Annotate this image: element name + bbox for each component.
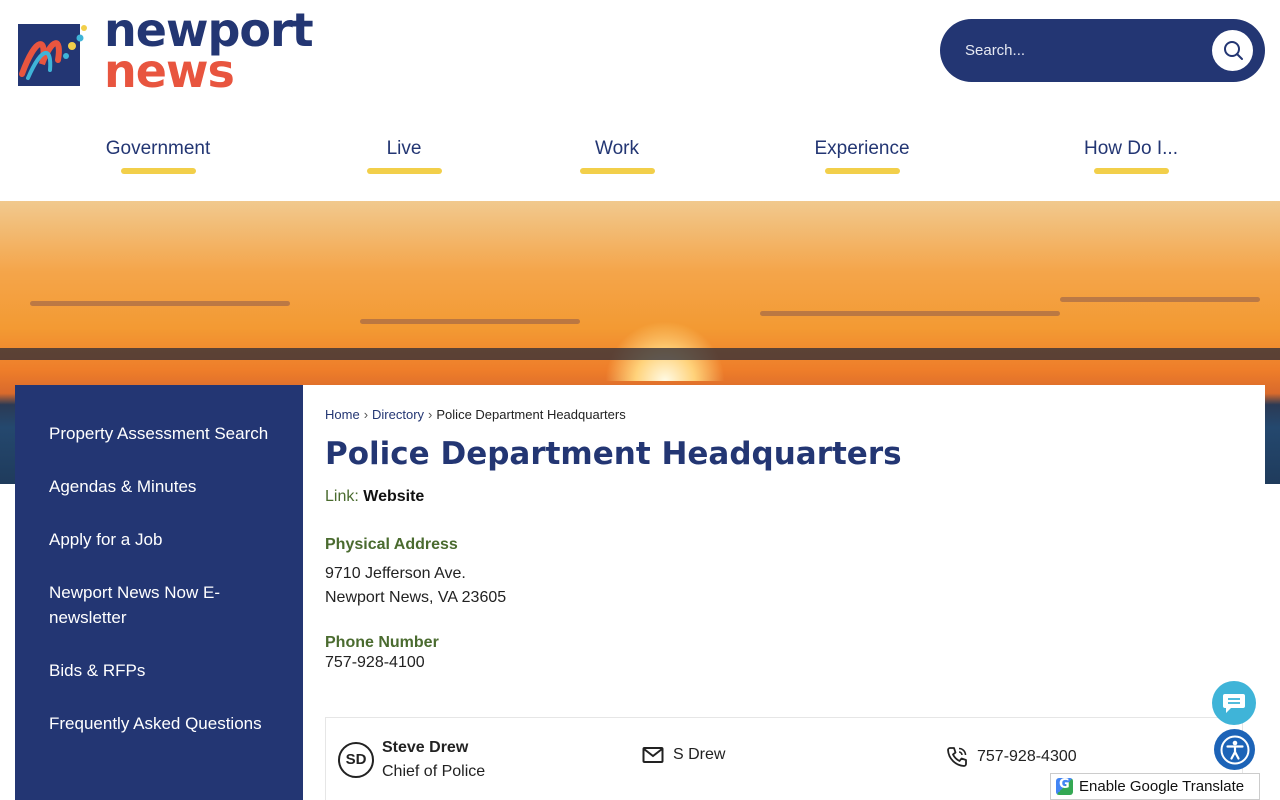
main-content: Home › Directory › Police Department Headqua… <box>303 385 1265 800</box>
phone-row: 757-928-4100 <box>325 654 1243 672</box>
breadcrumb-separator: › <box>363 407 369 422</box>
hero-cloud <box>30 301 290 306</box>
phone-section: Phone Number 757-928-4100 <box>325 634 1243 672</box>
nav-underline <box>366 168 442 174</box>
address-line-1: 9710 Jefferson Ave. <box>325 565 466 582</box>
search-icon <box>1223 40 1243 60</box>
nav-item-work[interactable]: Work <box>557 138 677 174</box>
logo-mark-icon <box>18 16 90 86</box>
phone-label: Phone Number <box>325 634 439 651</box>
chat-button[interactable] <box>1212 681 1256 725</box>
chat-bubble-icon <box>1223 694 1245 713</box>
nav-item-label: Live <box>386 138 422 159</box>
hero-cloud <box>360 319 580 324</box>
mail-icon <box>642 747 664 763</box>
staff-phone-link[interactable]: 757-928-4300 <box>946 746 1077 768</box>
address-section: Physical Address 9710 Jefferson Ave. New… <box>325 536 1243 610</box>
logo-text: newport news <box>104 6 314 98</box>
address-label: Physical Address <box>325 536 458 553</box>
phone-icon <box>947 747 967 767</box>
sidebar-item-faq[interactable]: Frequently Asked Questions <box>15 711 303 736</box>
accessibility-button[interactable] <box>1214 729 1255 770</box>
sidebar-item-newsletter[interactable]: Newport News Now E-newsletter <box>15 580 303 630</box>
nav-item-label: Experience <box>814 138 910 159</box>
search-bar <box>940 19 1265 82</box>
page-title: Police Department Headquarters <box>325 436 902 472</box>
nav-item-label: Work <box>595 138 639 159</box>
breadcrumb-separator: › <box>428 407 433 422</box>
logo-line-2: news <box>104 44 235 98</box>
search-input[interactable] <box>965 42 1205 59</box>
hero-shoreline <box>0 348 1280 360</box>
sidebar-item-apply-job[interactable]: Apply for a Job <box>15 527 303 552</box>
nav-underline <box>824 168 900 174</box>
accessibility-icon <box>1220 735 1249 764</box>
nav-item-label: How Do I... <box>1084 138 1178 159</box>
nav-item-label: Government <box>105 138 211 159</box>
website-link[interactable]: Website <box>363 488 424 505</box>
breadcrumb-current: Police Department Headquarters <box>436 407 626 422</box>
staff-title: Chief of Police <box>382 762 486 780</box>
nav-item-government[interactable]: Government <box>98 138 218 174</box>
address-text: 9710 Jefferson Ave. Newport News, VA 236… <box>325 562 1243 610</box>
link-label: Link: <box>325 488 359 505</box>
breadcrumb-home[interactable]: Home <box>325 407 360 422</box>
site-header: newport news Government Live Work Experi… <box>0 0 1280 200</box>
breadcrumb: Home › Directory › Police Department Headqua… <box>325 407 1243 422</box>
google-translate-button[interactable]: Enable Google Translate <box>1050 773 1260 800</box>
nav-item-live[interactable]: Live <box>344 138 464 174</box>
nav-item-how-do-i[interactable]: How Do I... <box>1071 138 1191 174</box>
phone-link[interactable]: 757-928-4100 <box>325 654 425 671</box>
staff-phone-number: 757-928-4300 <box>977 748 1077 765</box>
nav-item-experience[interactable]: Experience <box>802 138 922 174</box>
nav-underline <box>579 168 655 174</box>
nav-underline <box>120 168 196 174</box>
search-button[interactable] <box>1212 30 1253 71</box>
nav-underline <box>1093 168 1169 174</box>
staff-person: Steve Drew Chief of Police <box>382 736 485 784</box>
staff-email-link[interactable]: S Drew <box>642 746 725 764</box>
hero-cloud <box>760 311 1060 316</box>
avatar: SD <box>338 741 374 778</box>
sidebar-item-agendas-minutes[interactable]: Agendas & Minutes <box>15 474 303 499</box>
staff-email-label: S Drew <box>673 746 726 763</box>
sidebar-item-property-assessment[interactable]: Property Assessment Search <box>15 421 303 446</box>
quick-links-sidebar: Property Assessment Search Agendas & Min… <box>15 385 303 800</box>
staff-name: Steve Drew <box>382 738 469 756</box>
site-logo[interactable]: newport news <box>18 6 328 98</box>
main-nav: Government Live Work Experience How Do I… <box>0 130 1280 180</box>
breadcrumb-directory[interactable]: Directory <box>372 407 424 422</box>
hero-cloud <box>1060 297 1260 302</box>
google-translate-icon <box>1056 777 1073 795</box>
website-link-row: Link: Website <box>325 488 1243 506</box>
address-line-2: Newport News, VA 23605 <box>325 589 507 606</box>
google-translate-label: Enable Google Translate <box>1079 778 1245 795</box>
sidebar-item-bids-rfps[interactable]: Bids & RFPs <box>15 658 303 683</box>
